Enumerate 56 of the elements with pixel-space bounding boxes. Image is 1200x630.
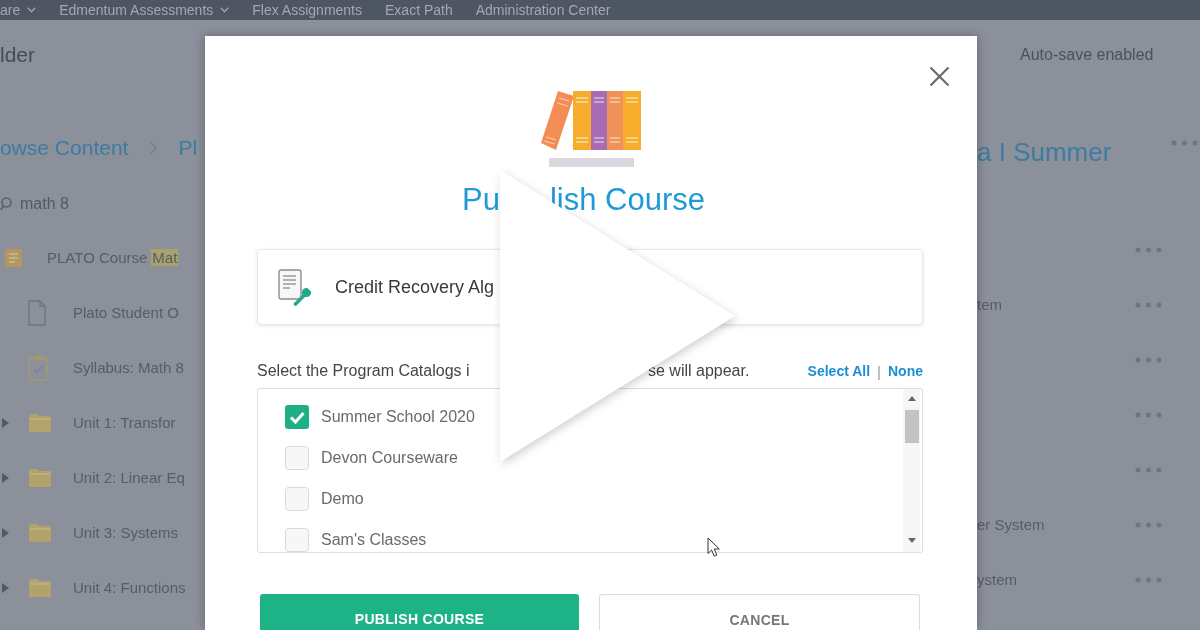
more-icon[interactable] bbox=[1135, 301, 1162, 308]
checkbox[interactable] bbox=[285, 404, 309, 429]
close-icon[interactable] bbox=[929, 66, 950, 87]
folder-icon bbox=[28, 412, 52, 433]
course-name: Credit Recovery Alg bbox=[335, 276, 495, 298]
more-icon[interactable] bbox=[1135, 521, 1162, 528]
checkbox-label[interactable]: Devon Courseware bbox=[321, 448, 458, 467]
nav-link[interactable]: Administration Center bbox=[475, 2, 611, 18]
caret-icon[interactable] bbox=[220, 7, 230, 13]
instruction-text: se will appear. bbox=[648, 362, 750, 380]
autosave-status: Auto-save enabled bbox=[1020, 46, 1154, 64]
caret-icon[interactable] bbox=[2, 582, 9, 593]
checkbox[interactable] bbox=[285, 486, 309, 511]
scrollbar[interactable] bbox=[903, 389, 920, 552]
checkbox-label[interactable]: Summer School 2020 bbox=[321, 407, 475, 426]
caret-icon[interactable] bbox=[2, 472, 9, 483]
nav-link[interactable]: Exact Path bbox=[385, 2, 453, 18]
dialog-title: Pu bbox=[462, 181, 500, 219]
more-icon[interactable] bbox=[1171, 140, 1198, 146]
checkbox[interactable] bbox=[285, 527, 309, 552]
publish-button[interactable]: PUBLISH COURSE bbox=[260, 594, 579, 630]
caret-icon[interactable] bbox=[2, 527, 9, 538]
folder-icon bbox=[28, 467, 52, 488]
scrollbar-thumb[interactable] bbox=[904, 410, 919, 443]
checkbox-label[interactable]: Sam's Classes bbox=[321, 530, 427, 549]
checkbox[interactable] bbox=[285, 445, 309, 470]
more-icon[interactable] bbox=[1135, 466, 1162, 473]
checkbox-label[interactable]: Demo bbox=[321, 489, 364, 508]
folder-icon bbox=[28, 577, 52, 598]
search-field[interactable]: math 8 bbox=[20, 195, 140, 213]
cancel-button[interactable]: CANCEL bbox=[599, 594, 920, 630]
document-icon bbox=[28, 299, 46, 326]
more-icon[interactable] bbox=[1135, 576, 1162, 583]
selection-link[interactable]: Select All bbox=[807, 363, 871, 379]
document-wrench-icon bbox=[278, 268, 312, 306]
instruction-text: Select the Program Catalogs i bbox=[257, 362, 470, 380]
clipboard-check-icon bbox=[28, 354, 48, 381]
course-title: a I Summer bbox=[977, 136, 1112, 168]
nav-link[interactable]: are bbox=[0, 2, 37, 18]
nav-link[interactable]: Edmentum Assessments bbox=[59, 2, 230, 18]
cursor-icon bbox=[707, 537, 721, 558]
nav-link[interactable]: Flex Assignments bbox=[252, 2, 362, 18]
link-separator: | bbox=[877, 362, 881, 380]
more-icon[interactable] bbox=[1135, 246, 1162, 253]
caret-icon[interactable] bbox=[2, 417, 9, 428]
search-icon bbox=[0, 197, 12, 211]
catalog-list[interactable]: Summer School 2020 Devon Courseware Demo Sam's Classes bbox=[257, 388, 923, 553]
more-icon[interactable] bbox=[1135, 411, 1162, 418]
caret-icon[interactable] bbox=[27, 7, 37, 13]
scroll-up-icon[interactable] bbox=[907, 396, 916, 401]
page-title: lder bbox=[0, 43, 36, 67]
folder-icon bbox=[28, 522, 52, 543]
selection-link[interactable]: None bbox=[888, 363, 923, 379]
scroll-down-icon[interactable] bbox=[907, 538, 916, 543]
more-icon[interactable] bbox=[1135, 356, 1162, 363]
book-icon bbox=[5, 248, 22, 267]
